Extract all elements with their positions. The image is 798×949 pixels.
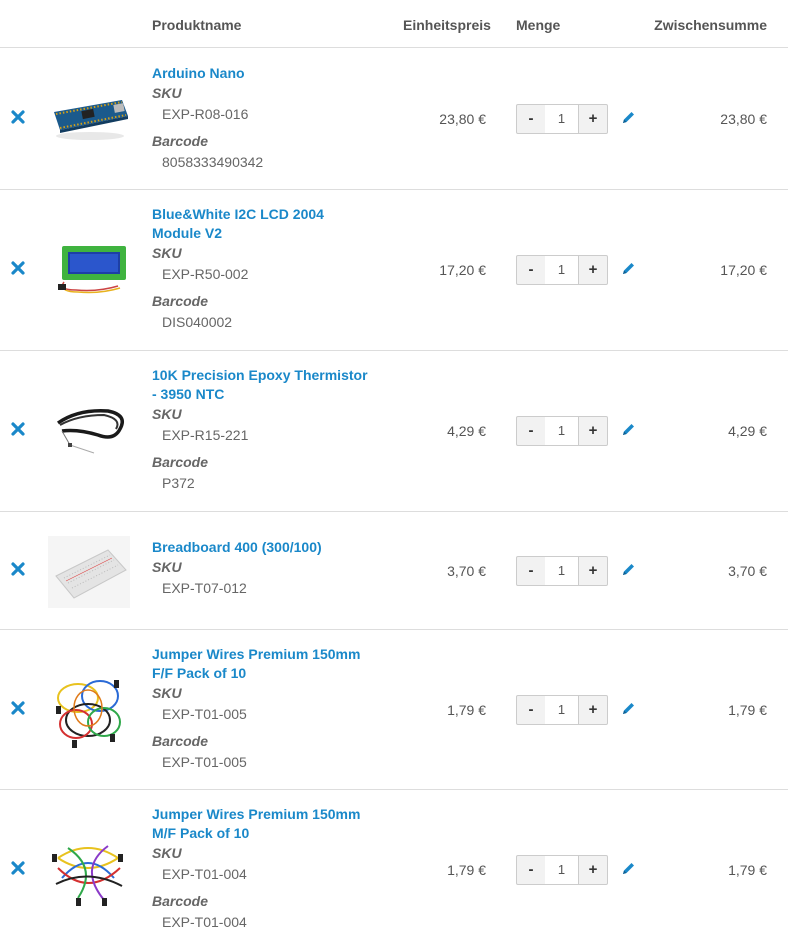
sku-value: EXP-T01-004: [162, 866, 247, 882]
edit-pencil-icon[interactable]: [620, 422, 636, 438]
product-name-link[interactable]: 10K Precision Epoxy Thermistor - 3950 NTC: [152, 366, 382, 404]
sku-value: EXP-T07-012: [162, 580, 247, 596]
quantity-input[interactable]: 1: [545, 416, 578, 446]
remove-item-icon[interactable]: [10, 260, 26, 276]
unit-price: 17,20 €: [439, 262, 486, 278]
product-name-link[interactable]: Jumper Wires Premium 150mm M/F Pack of 10: [152, 805, 382, 843]
cart-table-header: Produktname Einheitspreis Menge Zwischen…: [0, 0, 788, 48]
sku-value: EXP-R08-016: [162, 106, 249, 122]
quantity-input[interactable]: 1: [545, 556, 578, 586]
remove-item-icon[interactable]: [10, 700, 26, 716]
unit-price: 4,29 €: [447, 423, 486, 439]
jumper-wires-image: [52, 845, 123, 906]
unit-price: 23,80 €: [439, 111, 486, 127]
edit-pencil-icon[interactable]: [620, 110, 636, 126]
unit-price: 1,79 €: [447, 862, 486, 878]
sku-value: EXP-T01-005: [162, 706, 247, 722]
quantity-stepper: - 1 +: [516, 556, 608, 586]
sku-label: SKU: [152, 245, 182, 261]
jumper-wires-image: [56, 680, 121, 748]
increase-quantity-button[interactable]: +: [578, 104, 608, 134]
column-subtotal: Zwischensumme: [654, 17, 767, 33]
lcd-module-image: [58, 246, 126, 294]
thermistor-image: [56, 409, 124, 454]
cart-row: 10K Precision Epoxy Thermistor - 3950 NTC…: [0, 351, 788, 512]
quantity-stepper: - 1 +: [516, 855, 608, 885]
edit-pencil-icon[interactable]: [620, 701, 636, 717]
decrease-quantity-button[interactable]: -: [516, 855, 546, 885]
item-subtotal: 4,29 €: [728, 423, 767, 439]
unit-price: 3,70 €: [447, 563, 486, 579]
cart-row: Breadboard 400 (300/100) SKU EXP-T07-012…: [0, 512, 788, 630]
remove-item-icon[interactable]: [10, 109, 26, 125]
edit-pencil-icon[interactable]: [620, 261, 636, 277]
breadboard-image: [48, 536, 130, 608]
increase-quantity-button[interactable]: +: [578, 255, 608, 285]
quantity-input[interactable]: 1: [545, 104, 578, 134]
remove-item-icon[interactable]: [10, 860, 26, 876]
item-subtotal: 1,79 €: [728, 862, 767, 878]
barcode-value: EXP-T01-004: [162, 914, 247, 930]
increase-quantity-button[interactable]: +: [578, 695, 608, 725]
remove-item-icon[interactable]: [10, 561, 26, 577]
barcode-label: Barcode: [152, 133, 209, 149]
arduino-nano-image: [54, 100, 128, 140]
item-subtotal: 17,20 €: [720, 262, 767, 278]
sku-label: SKU: [152, 559, 182, 575]
increase-quantity-button[interactable]: +: [578, 556, 608, 586]
edit-pencil-icon[interactable]: [620, 562, 636, 578]
quantity-input[interactable]: 1: [545, 255, 578, 285]
column-quantity: Menge: [516, 17, 561, 33]
barcode-label: Barcode: [152, 454, 209, 470]
decrease-quantity-button[interactable]: -: [516, 416, 546, 446]
product-name-link[interactable]: Blue&White I2C LCD 2004 Module V2: [152, 205, 382, 243]
edit-pencil-icon[interactable]: [620, 861, 636, 877]
quantity-input[interactable]: 1: [545, 855, 578, 885]
item-subtotal: 1,79 €: [728, 702, 767, 718]
sku-label: SKU: [152, 406, 182, 422]
column-unit-price: Einheitspreis: [403, 17, 491, 33]
cart-row: Blue&White I2C LCD 2004 Module V2 SKU EXP…: [0, 190, 788, 351]
product-name-link[interactable]: Arduino Nano: [152, 64, 382, 83]
quantity-stepper: - 1 +: [516, 255, 608, 285]
item-subtotal: 3,70 €: [728, 563, 767, 579]
barcode-label: Barcode: [152, 893, 209, 909]
decrease-quantity-button[interactable]: -: [516, 104, 546, 134]
column-product-name: Produktname: [152, 17, 242, 33]
increase-quantity-button[interactable]: +: [578, 416, 608, 446]
quantity-stepper: - 1 +: [516, 695, 608, 725]
barcode-value: 8058333490342: [162, 154, 264, 170]
sku-label: SKU: [152, 85, 182, 101]
barcode-label: Barcode: [152, 733, 209, 749]
increase-quantity-button[interactable]: +: [578, 855, 608, 885]
quantity-input[interactable]: 1: [545, 695, 578, 725]
barcode-value: EXP-T01-005: [162, 754, 247, 770]
sku-label: SKU: [152, 685, 182, 701]
decrease-quantity-button[interactable]: -: [516, 255, 546, 285]
decrease-quantity-button[interactable]: -: [516, 556, 546, 586]
sku-label: SKU: [152, 845, 182, 861]
remove-item-icon[interactable]: [10, 421, 26, 437]
decrease-quantity-button[interactable]: -: [516, 695, 546, 725]
product-name-link[interactable]: Breadboard 400 (300/100): [152, 538, 382, 557]
barcode-label: Barcode: [152, 293, 209, 309]
cart-row: Jumper Wires Premium 150mm F/F Pack of 10…: [0, 630, 788, 790]
cart-row: Arduino Nano SKU EXP-R08-016 Barcode 805…: [0, 48, 788, 190]
sku-value: EXP-R15-221: [162, 427, 249, 443]
barcode-value: DIS040002: [162, 314, 233, 330]
quantity-stepper: - 1 +: [516, 104, 608, 134]
unit-price: 1,79 €: [447, 702, 486, 718]
item-subtotal: 23,80 €: [720, 111, 767, 127]
barcode-value: P372: [162, 475, 195, 491]
quantity-stepper: - 1 +: [516, 416, 608, 446]
cart-row: Jumper Wires Premium 150mm M/F Pack of 10…: [0, 790, 788, 949]
product-name-link[interactable]: Jumper Wires Premium 150mm F/F Pack of 10: [152, 645, 382, 683]
sku-value: EXP-R50-002: [162, 266, 249, 282]
